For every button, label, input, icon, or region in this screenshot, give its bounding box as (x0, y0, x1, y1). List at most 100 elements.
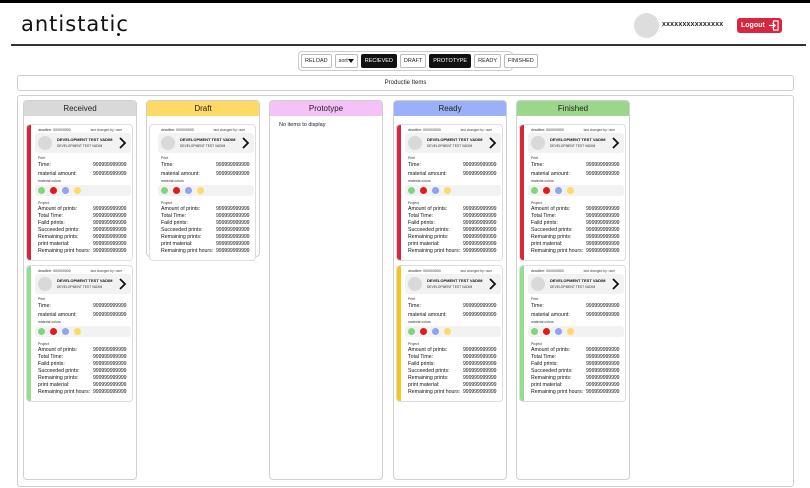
logout-label: Logout (741, 22, 765, 29)
material-amount-value: 999999999999 (586, 171, 620, 177)
succeeded-prints-label: Succeeded prints: (531, 368, 573, 374)
color-swatch-green (531, 187, 538, 194)
remaining-print-hours-label: Remaining print hours: (161, 248, 214, 254)
color-swatch-blue (432, 187, 439, 194)
remaining-prints-value: 999999999999 (586, 375, 620, 381)
faild-prints-label: Faild prints: (38, 361, 65, 367)
production-card[interactable]: deadline: 00/00/0000 last changed by: us… (519, 124, 626, 261)
print-section-label: Print (531, 156, 539, 160)
last-changed-text: last changed by: user (213, 128, 245, 132)
chevron-right-icon[interactable] (488, 277, 497, 291)
material-colors (35, 326, 131, 337)
avatar[interactable] (634, 13, 659, 38)
logout-button[interactable]: Logout (737, 18, 782, 33)
material-amount-value: 999999999999 (586, 312, 620, 318)
material-amount-label: material amount: (408, 171, 447, 177)
product-subtitle: DEVELOPMENT TEST VADIM (180, 144, 226, 148)
production-card[interactable]: deadline: 00/00/0000 last changed by: us… (26, 265, 133, 402)
time-value: 999999999999 (216, 162, 250, 168)
color-swatch-blue (432, 328, 439, 335)
print-material-value: 999999999999 (463, 382, 497, 388)
sort-select[interactable]: sort (334, 54, 358, 68)
color-swatch-red (543, 328, 550, 335)
color-swatch-blue (185, 187, 192, 194)
product-thumbnail (38, 277, 52, 291)
deadline-text: deadline: 00/00/0000 (38, 269, 71, 273)
project-section-label: Project (408, 342, 419, 346)
remaining-print-hours-value: 999999999999 (463, 389, 497, 395)
chevron-right-icon[interactable] (118, 277, 127, 291)
product-header[interactable]: DEVELOPMENT TEST VADIM DEVELOPMENT TEST … (528, 274, 624, 294)
succeeded-prints-value: 999999999999 (586, 227, 620, 233)
color-swatch-yellow (74, 187, 81, 194)
print-material-value: 999999999999 (586, 382, 620, 388)
product-header[interactable]: DEVELOPMENT TEST VADIM DEVELOPMENT TEST … (158, 133, 254, 153)
filter-prototype-button[interactable]: PROTOTYPE (429, 54, 472, 68)
product-thumbnail (38, 136, 52, 150)
production-card[interactable]: deadline: 00/00/0000 last changed by: us… (519, 265, 626, 402)
material-amount-label: material amount: (161, 171, 200, 177)
material-colors-label: material colors (38, 320, 61, 324)
total-time-value: 999999999999 (216, 213, 250, 219)
production-card[interactable]: deadline: 00/00/0000 last changed by: us… (149, 124, 256, 261)
print-section-label: Print (38, 156, 46, 160)
production-card[interactable]: deadline: 00/00/0000 last changed by: us… (396, 124, 503, 261)
succeeded-prints-label: Succeeded prints: (531, 227, 573, 233)
filter-draft-button[interactable]: DRAFT (399, 54, 427, 68)
product-header[interactable]: DEVELOPMENT TEST VADIM DEVELOPMENT TEST … (405, 133, 501, 153)
material-colors-label: material colors (531, 320, 554, 324)
filter-ready-button[interactable]: READY (474, 54, 502, 68)
chevron-right-icon[interactable] (241, 136, 250, 150)
faild-prints-value: 999999999999 (463, 220, 497, 226)
material-amount-label: material amount: (38, 171, 77, 177)
print-material-label: print material: (408, 382, 440, 388)
time-label: Time: (408, 162, 421, 168)
deadline-text: deadline: 00/00/0000 (38, 128, 71, 132)
material-colors-label: material colors (161, 179, 184, 183)
chevron-right-icon[interactable] (611, 277, 620, 291)
chevron-right-icon[interactable] (611, 136, 620, 150)
filter-finished-button[interactable]: FINISHED (504, 54, 538, 68)
chevron-right-icon[interactable] (488, 136, 497, 150)
material-colors-label: material colors (408, 320, 431, 324)
amount-of-prints-value: 999999999999 (216, 206, 250, 212)
product-thumbnail (531, 136, 545, 150)
chevron-right-icon[interactable] (118, 136, 127, 150)
amount-of-prints-label: Amount of prints: (161, 206, 201, 212)
page: antistatic xxxxxxxxxxxxxxx Logout RELOAD… (0, 3, 810, 488)
remaining-print-hours-value: 999999999999 (586, 248, 620, 254)
remaining-prints-value: 999999999999 (93, 234, 127, 240)
production-card[interactable]: deadline: 00/00/0000 last changed by: us… (26, 124, 133, 261)
product-header[interactable]: DEVELOPMENT TEST VADIM DEVELOPMENT TEST … (405, 274, 501, 294)
logo-dot (117, 33, 120, 36)
column-header-finished: Finished (517, 101, 629, 116)
succeeded-prints-value: 999999999999 (216, 227, 250, 233)
amount-of-prints-value: 999999999999 (93, 347, 127, 353)
filter-recieved-button[interactable]: RECIEVED (360, 54, 397, 68)
logo: antistatic (21, 12, 129, 36)
product-subtitle: DEVELOPMENT TEST VADIM (427, 144, 473, 148)
product-header[interactable]: DEVELOPMENT TEST VADIM DEVELOPMENT TEST … (35, 274, 131, 294)
product-thumbnail (408, 136, 422, 150)
color-swatch-red (420, 187, 427, 194)
color-swatch-green (161, 187, 168, 194)
deadline-text: deadline: 00/00/0000 (161, 128, 194, 132)
material-colors (405, 326, 501, 337)
time-label: Time: (531, 303, 544, 309)
reload-button[interactable]: RELOAD (301, 54, 332, 68)
production-card[interactable]: deadline: 00/00/0000 last changed by: us… (396, 265, 503, 402)
color-swatch-green (38, 187, 45, 194)
color-swatch-red (543, 187, 550, 194)
product-subtitle: DEVELOPMENT TEST VADIM (427, 285, 473, 289)
faild-prints-value: 999999999999 (463, 361, 497, 367)
product-header[interactable]: DEVELOPMENT TEST VADIM DEVELOPMENT TEST … (35, 133, 131, 153)
last-changed-text: last changed by: user (460, 128, 492, 132)
remaining-prints-value: 999999999999 (216, 234, 250, 240)
remaining-print-hours-label: Remaining print hours: (531, 389, 584, 395)
product-subtitle: DEVELOPMENT TEST VADIM (57, 285, 103, 289)
print-material-value: 999999999999 (586, 241, 620, 247)
total-time-value: 999999999999 (586, 354, 620, 360)
project-section-label: Project (38, 342, 49, 346)
product-header[interactable]: DEVELOPMENT TEST VADIM DEVELOPMENT TEST … (528, 133, 624, 153)
time-value: 999999999999 (586, 162, 620, 168)
